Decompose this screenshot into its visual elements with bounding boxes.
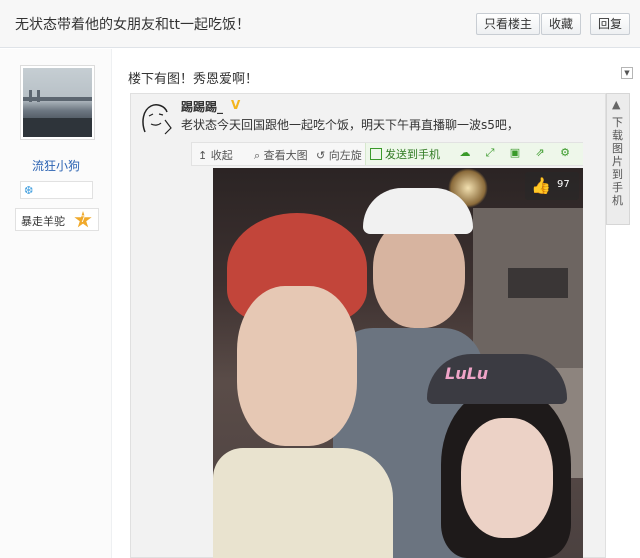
rotate-left-icon: ↺ [316,149,326,162]
post-text: 楼下有图！秀恩爱啊！ [128,72,259,87]
level-badge: ❆ [20,181,93,199]
verified-v-icon: V [231,98,241,112]
share-icon[interactable]: ⇗ [533,146,547,160]
qr-code-icon [370,148,382,160]
cloud-icon[interactable]: ☁ [458,146,472,160]
view-large-label: 查看大图 [263,149,308,162]
weibo-content: 老状态今天回国跟他一起吃个饭，明天下午再直播聊一波s5吧， [181,118,519,132]
only-op-button[interactable]: 只看楼主 [476,13,541,35]
avatar[interactable]: 楼主 [20,65,95,140]
favorite-button[interactable]: 收藏 [541,13,582,35]
save-icon[interactable]: ▣ [508,146,522,160]
view-large-button[interactable]: ⌕ 查看大图 [254,147,308,163]
cap-logo: LuLu [445,364,489,383]
arrow-up-icon: ↥ [198,149,208,162]
weibo-username[interactable]: 踢踢踢_ [181,98,223,115]
selfie-photo[interactable]: LuLu 👍 97 [213,168,583,558]
member-badge-name: 暴走羊驼 [21,215,65,228]
fullscreen-icon[interactable]: ⤢ [483,146,497,160]
weibo-card: 踢踢踢_ V 老状态今天回国跟他一起吃个饭，明天下午再直播聊一波s5吧， ↥ 收… [130,93,606,558]
reply-button[interactable]: 回复 [590,13,631,35]
level-icon: ❆ [24,184,34,197]
send-to-phone-label: 发送到手机 [385,148,440,161]
author-username[interactable]: 流狂小狗 [0,157,112,174]
rotate-left-label: 向左旋转 [328,149,362,162]
android-icon: ▲ [612,98,621,111]
magnify-icon: ⌕ [254,149,261,162]
collapse-arrow-icon[interactable]: ▼ [621,67,633,79]
badge-level-star-icon: 7 [74,211,92,228]
download-to-phone-label: 下载图片到手机 [612,116,623,207]
collapse-label: 收起 [210,149,233,162]
thread-title: 无状态带着他的女朋友和tt一起吃饭！ [15,17,250,33]
settings-gear-icon[interactable]: ⚙ [558,146,572,160]
author-panel: 楼主 流狂小狗 ❆ 暴走羊驼 7 [0,49,112,558]
thread-header: 无状态带着他的女朋友和tt一起吃饭！ 只看楼主 收藏 回复 [0,0,640,48]
avatar-image [23,68,92,137]
download-to-phone-tab[interactable]: ▲ 下载图片到手机 [606,93,630,225]
phone-toolbar: 发送到手机 ☁ ⤢ ▣ ⇗ ⚙ [365,143,583,165]
member-badge[interactable]: 暴走羊驼 7 [15,208,99,231]
collapse-image-button[interactable]: ↥ 收起 [198,147,233,163]
thumbs-up-icon: 👍 [531,176,551,195]
weibo-avatar[interactable] [135,98,175,138]
like-button[interactable]: 👍 97 [525,172,579,200]
image-toolbar: ↥ 收起 ⌕ 查看大图 ↺ 向左旋转 发送到手机 ☁ ⤢ ▣ ⇗ ⚙ [191,142,583,166]
send-to-phone-button[interactable]: 发送到手机 [370,146,440,162]
rotate-left-button[interactable]: ↺ 向左旋转 [316,147,362,163]
like-count: 97 [557,179,570,190]
